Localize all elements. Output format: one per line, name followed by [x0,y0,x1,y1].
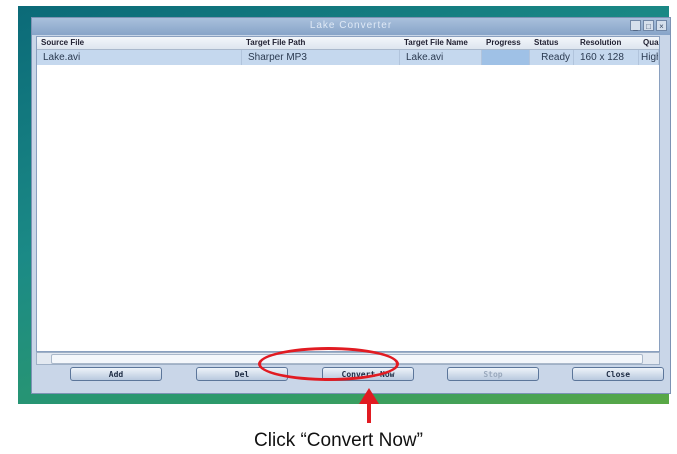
minimize-icon[interactable]: _ [630,20,641,31]
add-button[interactable]: Add [70,367,162,381]
cell-progress [482,50,530,65]
header-resolution[interactable]: Resolution [580,38,621,47]
stop-button[interactable]: Stop [447,367,539,381]
cell-quality: High [639,50,659,65]
instruction-caption: Click “Convert Now” [254,430,423,451]
maximize-icon[interactable]: □ [643,20,654,31]
table-header: Source File Target File Path Target File… [37,37,659,50]
header-status[interactable]: Status [534,38,558,47]
table-row[interactable]: Lake.avi Sharper MP3 Lake.avi Ready 160 … [37,50,659,65]
arrow-shaft [367,404,371,423]
highlight-ellipse [258,347,399,381]
close-button[interactable]: Close [572,367,664,381]
header-target-file-name[interactable]: Target File Name [404,38,468,47]
cell-status: Ready [530,50,574,65]
header-source-file[interactable]: Source File [41,38,84,47]
cell-target-name: Lake.avi [400,50,482,65]
close-icon[interactable]: × [656,20,667,31]
window-title: Lake Converter [309,20,393,31]
cell-target-path: Sharper MP3 [242,50,400,65]
title-bar: Lake Converter _ □ × [32,18,670,35]
converter-window: Lake Converter _ □ × Source File Target … [31,17,671,394]
header-target-file-path[interactable]: Target File Path [246,38,305,47]
cell-resolution: 160 x 128 [574,50,639,65]
header-quality[interactable]: Qua [643,38,659,47]
file-list-table: Source File Target File Path Target File… [36,36,660,352]
arrow-up-icon [359,388,379,404]
cell-source-file: Lake.avi [37,50,242,65]
header-progress[interactable]: Progress [486,38,521,47]
